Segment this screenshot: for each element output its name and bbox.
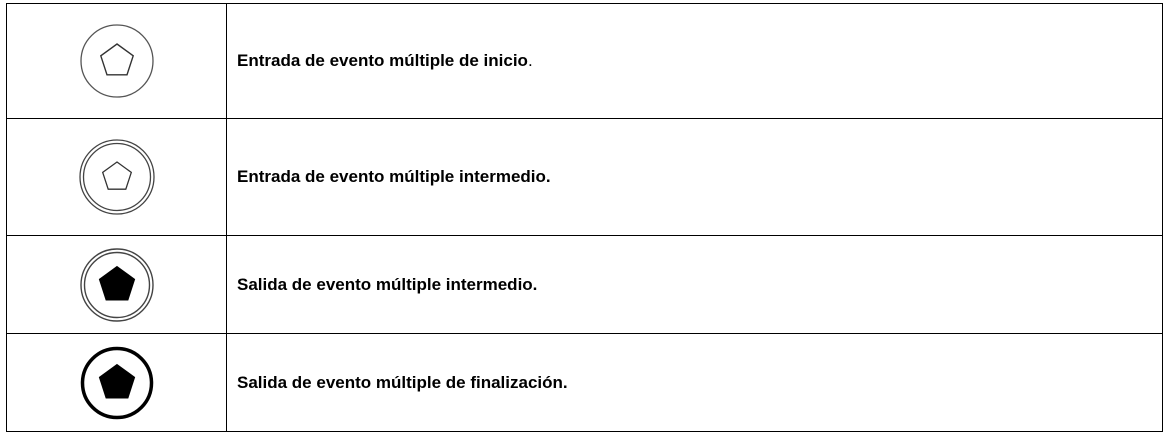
table-row: Salida de evento múltiple de finalizació… [6, 333, 1163, 432]
icon-cell [6, 235, 227, 334]
table-row: Entrada de evento múltiple intermedio. [6, 118, 1163, 236]
end-multiple-event-icon [80, 346, 153, 419]
icon-cell [6, 118, 227, 236]
description-cell: Salida de evento múltiple de finalizació… [226, 333, 1163, 432]
description-text: Entrada de evento múltiple intermedio. [237, 167, 551, 186]
intermediate-throw-multiple-event-icon [79, 247, 154, 322]
description-text: Salida de evento múltiple de finalizació… [237, 372, 568, 392]
icon-cell [6, 3, 227, 119]
description-text: Salida de evento múltiple intermedio. [237, 274, 538, 294]
description-cell: Salida de evento múltiple intermedio. [226, 235, 1163, 334]
description-text: Entrada de evento múltiple de inicio [237, 51, 528, 70]
description-cell: Entrada de evento múltiple intermedio. [226, 118, 1163, 236]
icon-cell [6, 333, 227, 432]
table-row: Salida de evento múltiple intermedio. [6, 235, 1163, 334]
description-cell: Entrada de evento múltiple de inicio. [226, 3, 1163, 119]
start-multiple-event-icon [79, 24, 154, 98]
description-suffix: . [527, 51, 533, 70]
table-row: Entrada de evento múltiple de inicio. [6, 3, 1163, 119]
event-symbol-table: Entrada de evento múltiple de inicio. En… [6, 3, 1163, 432]
intermediate-catch-multiple-event-icon [78, 139, 155, 215]
